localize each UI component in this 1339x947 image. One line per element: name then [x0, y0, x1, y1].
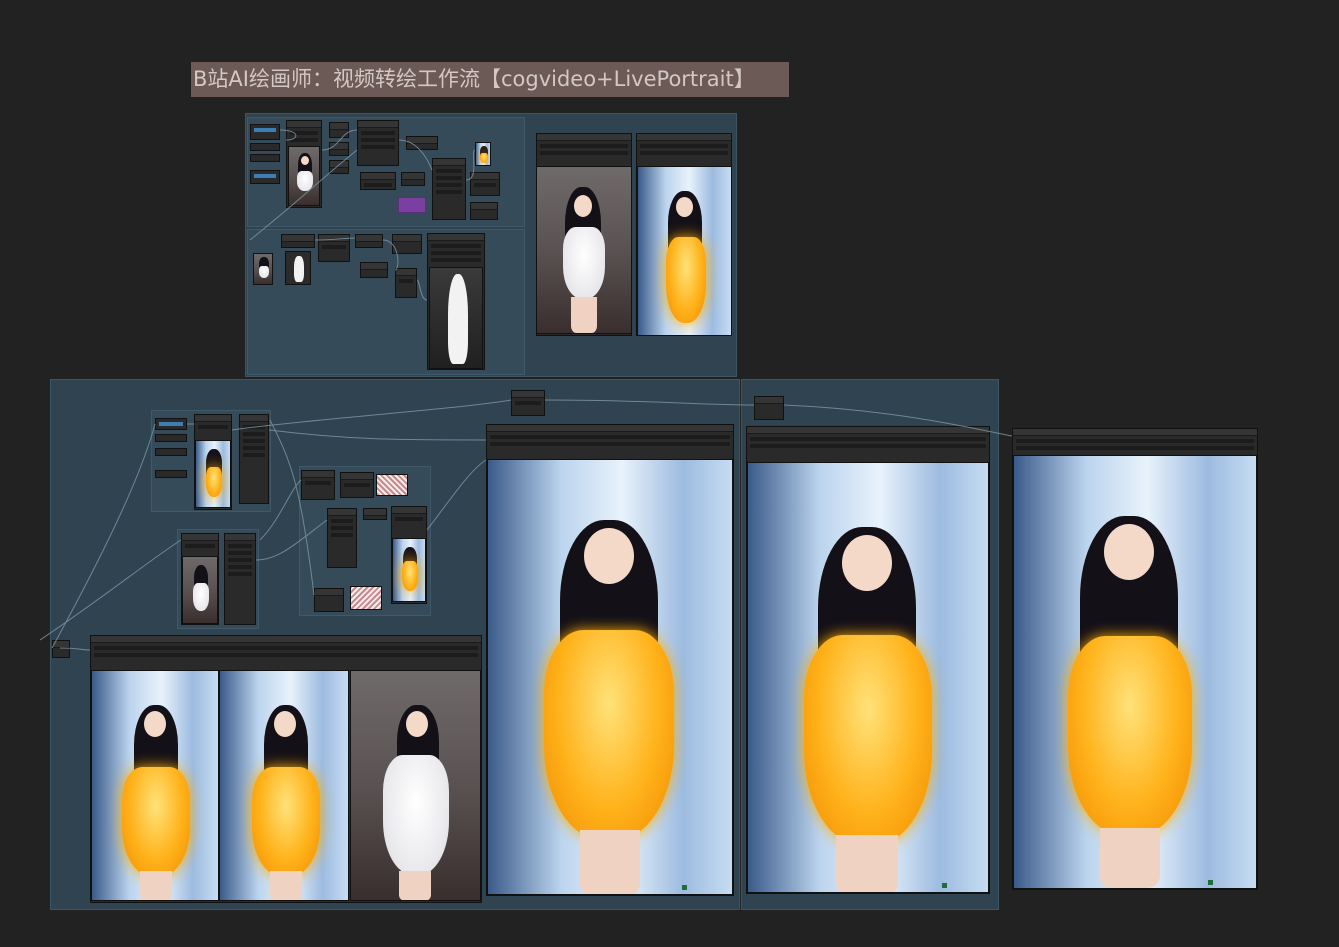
wire-link-icon: [39, 129, 1013, 651]
